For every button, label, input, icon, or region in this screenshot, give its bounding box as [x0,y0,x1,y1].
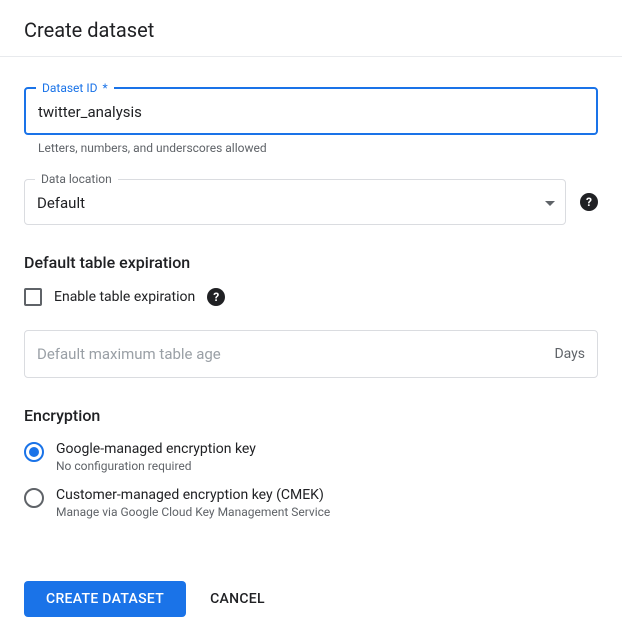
required-asterisk: * [102,81,107,95]
dialog-actions: CREATE DATASET CANCEL [0,533,622,641]
dataset-id-label: Dataset ID * [36,81,114,95]
encryption-option-label: Google-managed encryption key [56,441,256,457]
encryption-option-cmek[interactable]: Customer-managed encryption key (CMEK) M… [24,487,598,519]
encryption-section-title: Encryption [24,406,598,425]
expiration-section-title: Default table expiration [24,253,598,272]
encryption-option-description: Manage via Google Cloud Key Management S… [56,505,330,519]
create-dataset-dialog: Create dataset Dataset ID * Letters, num… [0,0,622,641]
help-icon[interactable]: ? [580,193,598,211]
max-table-age-placeholder: Default maximum table age [37,345,221,363]
help-icon[interactable]: ? [207,288,225,306]
max-table-age-suffix: Days [554,346,585,362]
dialog-title: Create dataset [0,0,622,57]
dialog-body: Dataset ID * Letters, numbers, and under… [0,57,622,519]
cancel-button[interactable]: CANCEL [210,591,265,607]
max-table-age-input[interactable]: Default maximum table age Days [24,330,598,378]
dataset-id-helper: Letters, numbers, and underscores allowe… [24,141,598,155]
data-location-field-group: Data location Default ? [24,173,598,225]
encryption-option-google[interactable]: Google-managed encryption key No configu… [24,441,598,473]
data-location-label: Data location [35,172,118,186]
dataset-id-field[interactable]: Dataset ID * [24,87,598,135]
radio-checked-icon[interactable] [24,442,44,462]
enable-expiration-label: Enable table expiration [54,289,195,305]
dataset-id-field-group: Dataset ID * Letters, numbers, and under… [24,87,598,155]
enable-expiration-checkbox[interactable] [24,288,42,306]
create-dataset-button[interactable]: CREATE DATASET [24,581,186,617]
enable-expiration-row[interactable]: Enable table expiration ? [24,288,598,306]
data-location-value: Default [37,194,529,212]
encryption-option-label: Customer-managed encryption key (CMEK) [56,487,330,503]
encryption-option-description: No configuration required [56,459,256,473]
data-location-select[interactable]: Data location Default [24,179,566,225]
radio-unchecked-icon[interactable] [24,488,44,508]
dataset-id-input[interactable] [38,103,584,121]
chevron-down-icon [545,194,555,210]
